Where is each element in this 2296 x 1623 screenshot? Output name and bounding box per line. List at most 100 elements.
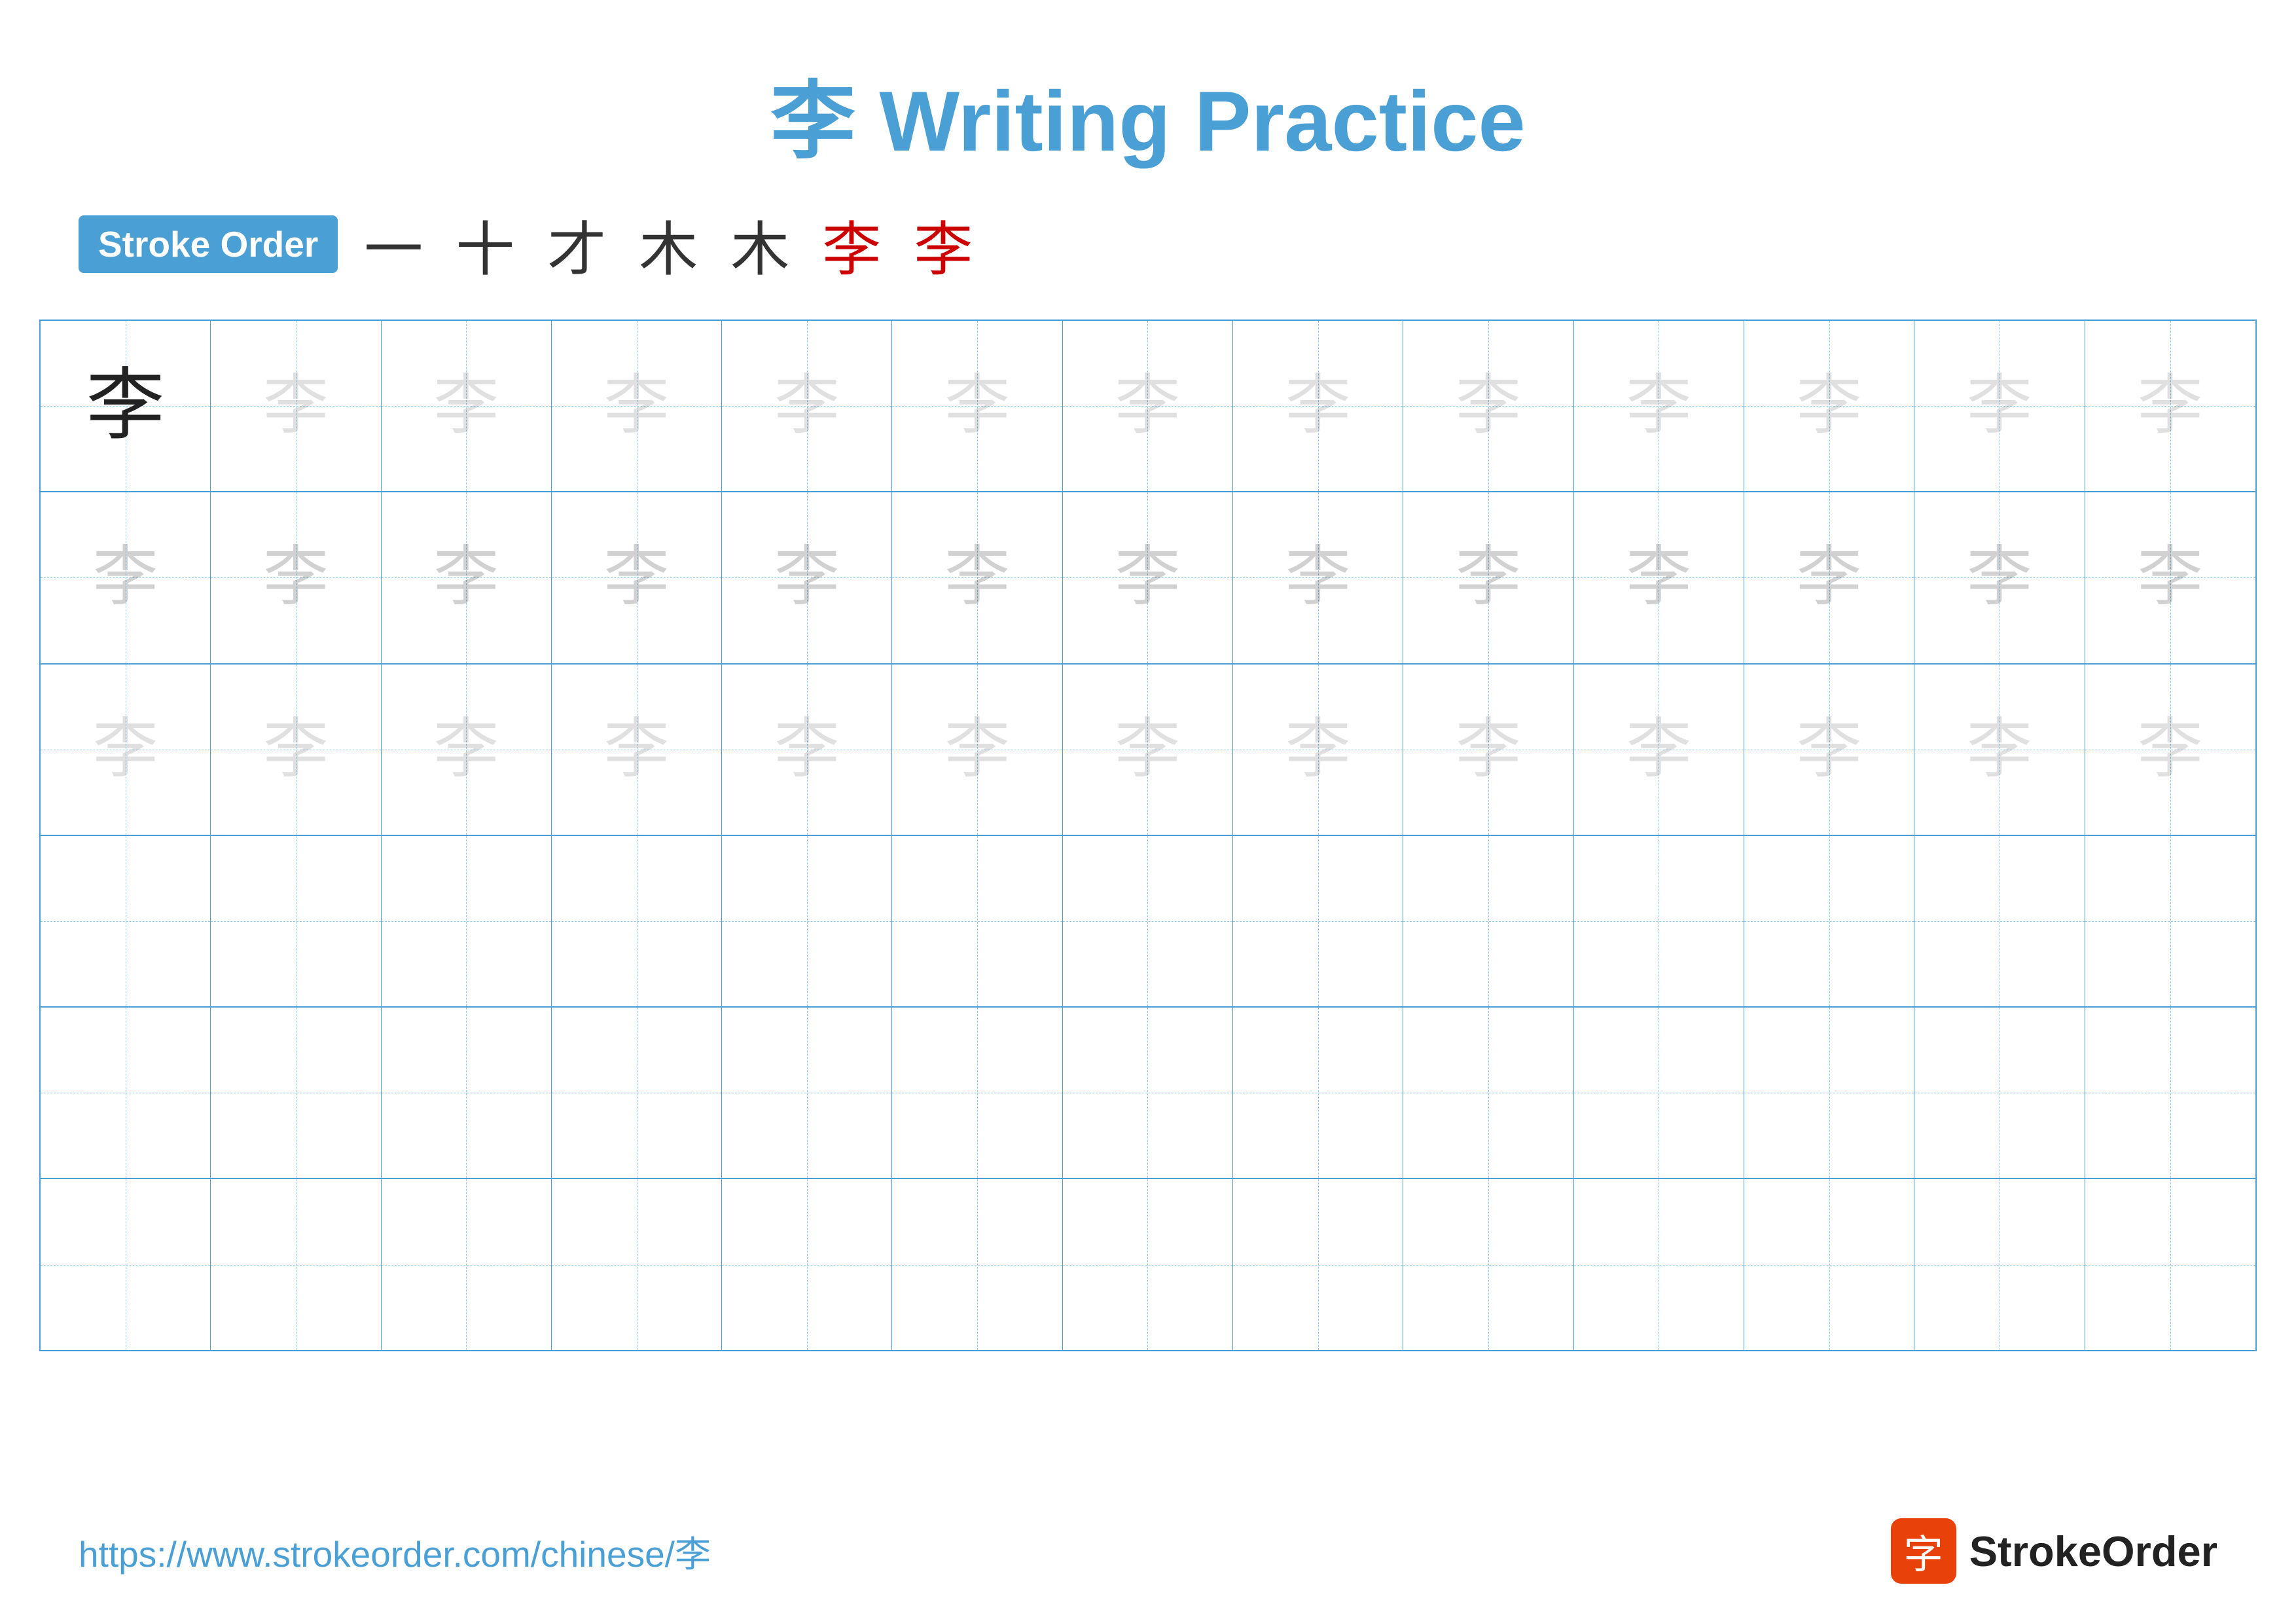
grid-cell <box>1914 836 2085 1006</box>
grid-cell: 李 <box>1574 321 1744 491</box>
cell-character: 李 <box>1626 717 1691 782</box>
cell-character: 李 <box>86 367 165 445</box>
grid-cell <box>41 1179 211 1349</box>
grid-cell: 李 <box>1063 665 1233 835</box>
grid-cell: 李 <box>892 321 1062 491</box>
cell-character: 李 <box>1115 373 1180 439</box>
grid-row: 李李李李李李李李李李李李李 <box>41 665 2255 836</box>
grid-cell <box>1744 836 1914 1006</box>
grid-row: 李李李李李李李李李李李李李 <box>41 492 2255 664</box>
cell-character: 李 <box>944 373 1010 439</box>
footer: https://www.strokeorder.com/chinese/李 字 … <box>0 1518 2296 1584</box>
cell-character: 李 <box>1967 545 2032 610</box>
cell-character: 李 <box>1285 373 1351 439</box>
grid-cell <box>1744 1008 1914 1178</box>
grid-cell <box>1914 1008 2085 1178</box>
grid-cell: 李 <box>1063 321 1233 491</box>
stroke-step-4: 木 <box>639 202 698 287</box>
cell-character: 李 <box>1626 373 1691 439</box>
cell-character: 李 <box>263 717 329 782</box>
grid-cell: 李 <box>1063 492 1233 663</box>
grid-cell <box>892 1179 1062 1349</box>
stroke-step-2: 十 <box>456 202 514 287</box>
grid-cell: 李 <box>1574 492 1744 663</box>
cell-character: 李 <box>263 545 329 610</box>
grid-cell: 李 <box>722 492 892 663</box>
grid-cell <box>1574 1008 1744 1178</box>
cell-character: 李 <box>433 717 499 782</box>
logo-text: StrokeOrder <box>1969 1527 2217 1576</box>
grid-cell <box>1574 1179 1744 1349</box>
logo-icon: 字 <box>1891 1518 1956 1584</box>
cell-character: 李 <box>1285 545 1351 610</box>
cell-character: 李 <box>1797 545 1862 610</box>
stroke-order-badge: Stroke Order <box>79 215 338 273</box>
grid-cell <box>552 1179 722 1349</box>
cell-character: 李 <box>944 717 1010 782</box>
grid-row <box>41 1008 2255 1179</box>
cell-character: 李 <box>1456 373 1521 439</box>
grid-cell: 李 <box>2085 665 2255 835</box>
cell-character: 李 <box>1285 717 1351 782</box>
grid-cell: 李 <box>1574 665 1744 835</box>
grid-cell <box>382 836 552 1006</box>
grid-cell: 李 <box>1914 665 2085 835</box>
grid-cell <box>211 836 381 1006</box>
grid-cell: 李 <box>1233 665 1403 835</box>
footer-logo: 字 StrokeOrder <box>1891 1518 2217 1584</box>
grid-cell: 李 <box>1744 665 1914 835</box>
cell-character: 李 <box>1626 545 1691 610</box>
cell-character: 李 <box>433 545 499 610</box>
grid-cell: 李 <box>552 665 722 835</box>
grid-cell <box>892 836 1062 1006</box>
grid-cell: 李 <box>1914 321 2085 491</box>
practice-grid: 李李李李李李李李李李李李李李李李李李李李李李李李李李李李李李李李李李李李李李李 <box>39 319 2257 1351</box>
grid-cell: 李 <box>722 321 892 491</box>
grid-cell <box>1403 836 1573 1006</box>
cell-character: 李 <box>604 373 670 439</box>
title-english: Writing Practice <box>879 73 1525 169</box>
cell-character: 李 <box>1797 373 1862 439</box>
grid-cell <box>2085 1008 2255 1178</box>
cell-character: 李 <box>1967 717 2032 782</box>
stroke-step-7: 李 <box>914 202 973 287</box>
grid-cell: 李 <box>2085 492 2255 663</box>
grid-cell <box>41 836 211 1006</box>
footer-url: https://www.strokeorder.com/chinese/李 <box>79 1525 711 1577</box>
grid-cell <box>722 1008 892 1178</box>
grid-cell: 李 <box>211 492 381 663</box>
cell-character: 李 <box>2138 717 2203 782</box>
cell-character: 李 <box>1967 373 2032 439</box>
stroke-step-6: 李 <box>822 202 881 287</box>
cell-character: 李 <box>944 545 1010 610</box>
cell-character: 李 <box>774 717 840 782</box>
grid-cell <box>1063 1008 1233 1178</box>
grid-row <box>41 1179 2255 1349</box>
cell-character: 李 <box>1456 545 1521 610</box>
page-title: 李 Writing Practice <box>770 73 1525 169</box>
title-area: 李 Writing Practice <box>0 0 2296 202</box>
stroke-step-1: 一 <box>364 202 423 287</box>
cell-character: 李 <box>604 545 670 610</box>
grid-cell: 李 <box>1403 665 1573 835</box>
grid-cell <box>2085 836 2255 1006</box>
grid-cell: 李 <box>382 492 552 663</box>
grid-cell <box>722 836 892 1006</box>
grid-cell: 李 <box>41 492 211 663</box>
grid-cell: 李 <box>1403 321 1573 491</box>
grid-cell <box>1574 836 1744 1006</box>
grid-cell <box>211 1179 381 1349</box>
grid-cell: 李 <box>1233 321 1403 491</box>
cell-character: 李 <box>774 545 840 610</box>
grid-cell <box>1403 1179 1573 1349</box>
grid-cell: 李 <box>41 321 211 491</box>
grid-cell <box>552 836 722 1006</box>
grid-cell <box>1233 1179 1403 1349</box>
grid-cell <box>1233 1008 1403 1178</box>
grid-row: 李李李李李李李李李李李李李 <box>41 321 2255 492</box>
grid-cell <box>1744 1179 1914 1349</box>
grid-cell <box>382 1008 552 1178</box>
stroke-sequence: 一 十 才 木 木 李 李 <box>364 202 973 287</box>
cell-character: 李 <box>774 373 840 439</box>
title-chinese-char: 李 <box>770 73 855 169</box>
